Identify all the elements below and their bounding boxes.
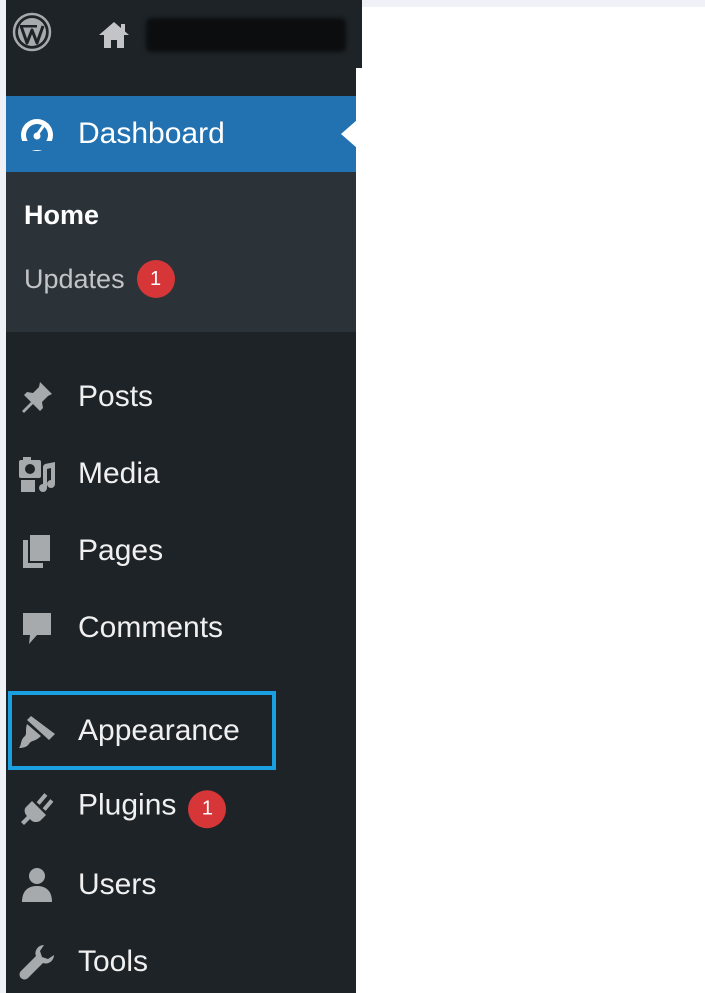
sidebar-item-dashboard[interactable]: Dashboard xyxy=(6,96,357,172)
submenu-item-label: Updates xyxy=(24,263,125,294)
page: Dashboard Home Updates 1 Posts Media Pag… xyxy=(0,0,705,993)
submenu-item-updates[interactable]: Updates 1 xyxy=(24,260,175,298)
dashboard-gauge-icon xyxy=(16,113,58,155)
submenu-item-home[interactable]: Home xyxy=(24,200,99,231)
dashboard-submenu: Home Updates 1 xyxy=(6,172,356,332)
sidebar-item-appearance[interactable]: Appearance xyxy=(6,696,356,766)
sidebar-item-users[interactable]: Users xyxy=(6,850,356,920)
sidebar-item-pages[interactable]: Pages xyxy=(6,516,356,586)
admin-bar xyxy=(6,0,362,68)
admin-bar-gap xyxy=(6,68,356,96)
wordpress-logo-icon[interactable] xyxy=(12,12,52,52)
site-name-redacted[interactable] xyxy=(146,18,346,52)
sidebar-item-posts[interactable]: Posts xyxy=(6,362,356,432)
sidebar-item-plugins[interactable]: Plugins 1 xyxy=(6,773,356,843)
submenu-item-label: Home xyxy=(24,200,100,230)
sidebar-item-label: Pages xyxy=(78,534,164,567)
plugin-update-count-badge: 1 xyxy=(188,789,227,828)
top-band xyxy=(362,0,705,7)
comment-icon xyxy=(16,607,58,649)
sidebar-item-label: Appearance xyxy=(78,714,240,747)
active-menu-arrow xyxy=(341,120,357,148)
user-icon xyxy=(16,864,58,906)
plugin-icon xyxy=(16,787,58,829)
admin-sidebar: Dashboard Home Updates 1 Posts Media Pag… xyxy=(6,96,357,993)
sidebar-item-tools[interactable]: Tools xyxy=(6,927,356,993)
sidebar-item-label: Tools xyxy=(78,945,149,978)
update-count-badge: 1 xyxy=(136,260,175,298)
sidebar-item-media[interactable]: Media xyxy=(6,439,356,509)
home-icon[interactable] xyxy=(96,20,132,50)
sidebar-item-comments[interactable]: Comments xyxy=(6,593,356,663)
paintbrush-icon xyxy=(16,710,58,752)
sidebar-item-label: Media xyxy=(78,457,160,490)
sidebar-item-label: Posts xyxy=(78,380,154,413)
wrench-icon xyxy=(16,941,58,983)
pages-icon xyxy=(16,530,58,572)
plugins-label-text: Plugins xyxy=(78,788,177,822)
sidebar-item-label: Comments xyxy=(78,611,224,644)
sidebar-item-label: Plugins 1 xyxy=(78,788,227,828)
pushpin-icon xyxy=(16,376,58,418)
media-icon xyxy=(16,453,58,495)
sidebar-item-label: Dashboard xyxy=(78,117,225,150)
sidebar-item-label: Users xyxy=(78,868,157,901)
